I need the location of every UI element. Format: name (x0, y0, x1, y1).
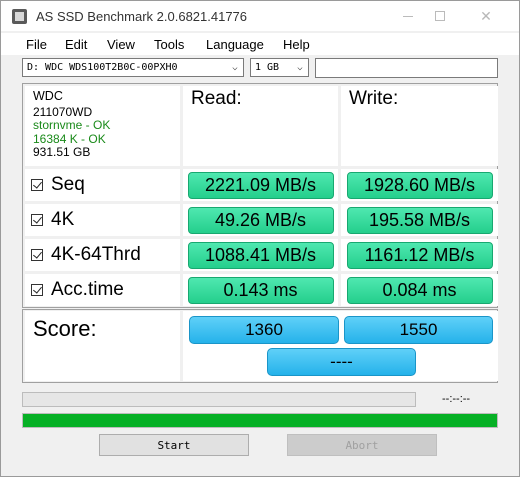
4k-write-cell: 195.58 MB/s (341, 204, 498, 236)
read-header: Read: (183, 86, 338, 166)
path-input[interactable] (315, 58, 498, 78)
window-title: AS SSD Benchmark 2.0.6821.41776 (36, 9, 248, 24)
write-header: Write: (341, 86, 498, 166)
4k64-write-value: 1161.12 MB/s (346, 241, 493, 269)
menu-help[interactable]: Help (283, 37, 310, 52)
acctime-write-cell: 0.084 ms (341, 274, 498, 306)
4k-read-value: 49.26 MB/s (187, 206, 334, 234)
close-icon: ✕ (480, 7, 492, 24)
total-progress-bar (22, 413, 498, 428)
drive-firmware: 211070WD (33, 104, 93, 119)
seq-read-cell: 2221.09 MB/s (183, 169, 338, 201)
4k64-read-value: 1088.41 MB/s (187, 241, 334, 269)
checkbox-icon[interactable] (31, 179, 43, 191)
menu-language[interactable]: Language (206, 37, 264, 52)
chevron-down-icon: ⌵ (297, 62, 303, 73)
4k-read-cell: 49.26 MB/s (183, 204, 338, 236)
seq-read-value: 2221.09 MB/s (187, 171, 334, 199)
4k64-read-cell: 1088.41 MB/s (183, 239, 338, 271)
score-total-value: ---- (267, 348, 416, 376)
close-button[interactable]: ✕ (464, 0, 508, 32)
start-button[interactable]: Start (99, 434, 249, 456)
acctime-read-cell: 0.143 ms (183, 274, 338, 306)
test-seq-label[interactable]: Seq (25, 169, 180, 201)
menu-bar: File Edit View Tools Language Help (0, 33, 520, 55)
elapsed-time: --:--:-- (442, 393, 471, 405)
chevron-down-icon: ⌵ (232, 62, 238, 73)
test-4k64-label[interactable]: 4K-64Thrd (25, 239, 180, 271)
alignment-status: 16384 K - OK (33, 131, 106, 146)
drive-capacity: 931.51 GB (33, 145, 91, 159)
abort-button[interactable]: Abort (287, 434, 437, 456)
seq-write-cell: 1928.60 MB/s (341, 169, 498, 201)
test-size-select[interactable]: 1 GB ⌵ (250, 58, 309, 77)
4k-write-value: 195.58 MB/s (346, 206, 493, 234)
test-acctime-label[interactable]: Acc.time (25, 274, 180, 306)
minimize-icon (403, 15, 413, 17)
checkbox-icon[interactable] (31, 214, 43, 226)
seq-write-value: 1928.60 MB/s (346, 171, 493, 199)
app-icon (12, 9, 27, 24)
drive-select-value: D: WDC WDS100T2B0C-00PXH0 (27, 62, 178, 73)
score-write-value: 1550 (344, 316, 493, 344)
drive-info-panel: WDC 211070WD stornvme - OK 16384 K - OK … (25, 86, 180, 166)
score-read-value: 1360 (189, 316, 339, 344)
total-progress-fill (23, 414, 497, 427)
maximize-button[interactable] (418, 0, 462, 32)
test-progress-bar (22, 392, 416, 407)
menu-view[interactable]: View (107, 37, 135, 52)
driver-status: stornvme - OK (33, 118, 111, 132)
maximize-icon (435, 11, 445, 21)
menu-edit[interactable]: Edit (65, 37, 87, 52)
drive-vendor: WDC (33, 89, 63, 103)
score-area: 1360 1550 ---- (183, 311, 498, 381)
menu-file[interactable]: File (26, 37, 47, 52)
checkbox-icon[interactable] (31, 249, 43, 261)
4k64-write-cell: 1161.12 MB/s (341, 239, 498, 271)
title-bar: AS SSD Benchmark 2.0.6821.41776 ✕ (0, 0, 520, 32)
score-label: Score: (25, 311, 180, 381)
test-4k-label[interactable]: 4K (25, 204, 180, 236)
acctime-read-value: 0.143 ms (187, 276, 334, 304)
checkbox-icon[interactable] (31, 284, 43, 296)
menu-tools[interactable]: Tools (154, 37, 184, 52)
acctime-write-value: 0.084 ms (346, 276, 493, 304)
test-size-value: 1 GB (255, 62, 280, 73)
drive-select[interactable]: D: WDC WDS100T2B0C-00PXH0 ⌵ (22, 58, 244, 77)
